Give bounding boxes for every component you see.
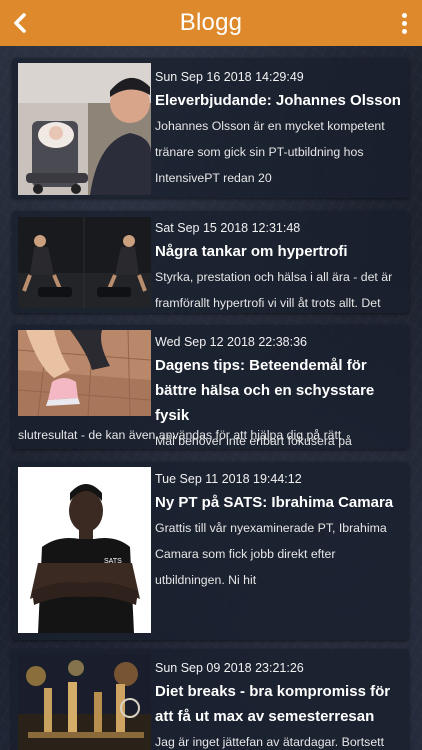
post-title[interactable]: Dagens tips: Beteendemål för bättre häls… [155, 353, 401, 428]
svg-text:SATS: SATS [104, 558, 122, 565]
page-title: Blogg [179, 9, 243, 36]
back-button[interactable] [8, 8, 32, 38]
blog-post-card[interactable]: SATS Tue Sep 11 2018 19:44:12 Ny PT på S… [12, 462, 409, 640]
post-title[interactable]: Eleverbjudande: Johannes Olsson [155, 88, 401, 113]
post-date: Sun Sep 09 2018 23:21:26 [155, 661, 304, 675]
more-vertical-icon-dot [401, 20, 407, 26]
blog-post-card[interactable]: Sun Sep 09 2018 23:21:26 Diet breaks - b… [12, 649, 409, 750]
more-vertical-icon-dot [401, 12, 407, 18]
post-excerpt: Grattis till vår nyexaminerade PT, Ibrah… [155, 521, 387, 587]
post-excerpt: Johannes Olsson är en mycket kompetent t… [155, 119, 385, 185]
post-thumbnail [18, 330, 151, 416]
more-options-button[interactable] [396, 9, 412, 37]
chevron-left-icon [14, 13, 26, 33]
post-meta: Sun Sep 09 2018 23:21:26 Diet breaks - b… [155, 660, 401, 750]
post-excerpt-continued: slutresultat - de kan även användas för … [18, 428, 342, 442]
post-meta: Sun Sep 16 2018 14:29:49 Eleverbjudande:… [155, 69, 401, 191]
post-date: Sun Sep 16 2018 14:29:49 [155, 70, 304, 84]
post-meta: Tue Sep 11 2018 19:44:12 Ny PT på SATS: … [155, 471, 401, 593]
post-thumbnail [18, 63, 151, 195]
post-thumbnail [18, 654, 151, 750]
post-thumbnail: SATS [18, 467, 151, 633]
post-excerpt: Jag är inget jättefan av ätardagar. Bort… [155, 735, 384, 749]
post-date: Wed Sep 12 2018 22:38:36 [155, 335, 307, 349]
post-thumbnail [18, 217, 151, 308]
blog-post-card[interactable]: Sat Sep 15 2018 12:31:48 Några tankar om… [12, 211, 409, 313]
blog-post-card[interactable]: Sun Sep 16 2018 14:29:49 Eleverbjudande:… [12, 58, 409, 198]
post-excerpt: Styrka, prestation och hälsa i all ära -… [155, 270, 393, 310]
post-title[interactable]: Ny PT på SATS: Ibrahima Camara [155, 490, 401, 515]
post-date: Tue Sep 11 2018 19:44:12 [155, 472, 302, 486]
blog-post-card[interactable]: Wed Sep 12 2018 22:38:36 Dagens tips: Be… [12, 325, 409, 449]
post-meta: Sat Sep 15 2018 12:31:48 Några tankar om… [155, 220, 401, 316]
post-date: Sat Sep 15 2018 12:31:48 [155, 221, 301, 235]
app-header: Blogg [0, 0, 422, 46]
more-vertical-icon-dot [401, 28, 407, 34]
post-title[interactable]: Diet breaks - bra kompromiss för att få … [155, 679, 401, 729]
post-title[interactable]: Några tankar om hypertrofi [155, 239, 401, 264]
blog-feed[interactable]: Sun Sep 16 2018 14:29:49 Eleverbjudande:… [0, 46, 422, 750]
